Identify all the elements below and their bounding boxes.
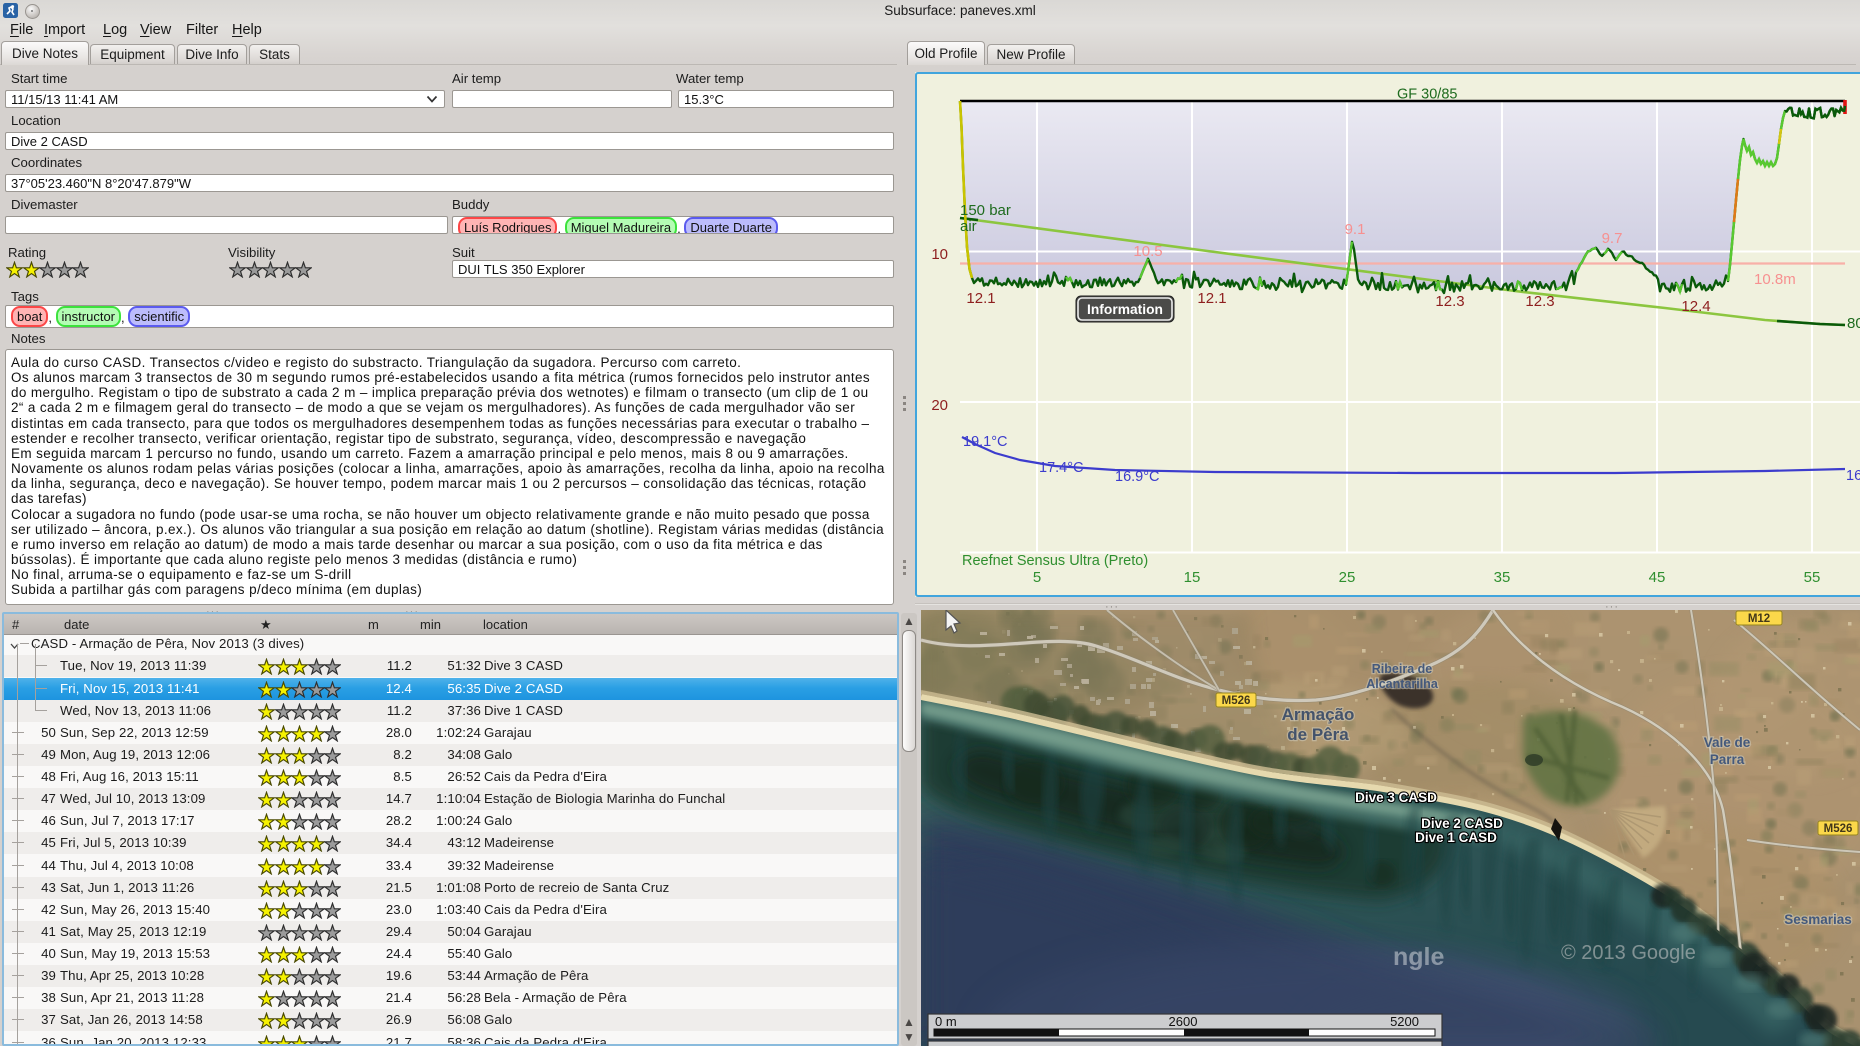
svg-text:M526: M526	[1824, 823, 1853, 835]
svg-text:M12: M12	[1748, 613, 1770, 625]
svg-text:Ribeira de: Ribeira de	[1372, 662, 1432, 676]
svg-text:M526: M526	[1222, 695, 1251, 707]
svg-text:Sesmarias: Sesmarias	[1784, 912, 1852, 927]
svg-text:© 2013 Google: © 2013 Google	[1561, 942, 1696, 964]
svg-text:ngle: ngle	[1393, 943, 1444, 971]
svg-text:2600: 2600	[1169, 1014, 1198, 1029]
svg-text:Parra: Parra	[1710, 752, 1745, 767]
svg-text:Alcantarilha: Alcantarilha	[1366, 677, 1439, 691]
svg-text:Vale de: Vale de	[1704, 735, 1751, 750]
svg-text:Dive 1 CASD: Dive 1 CASD	[1415, 830, 1497, 845]
svg-text:de Pêra: de Pêra	[1287, 725, 1349, 744]
svg-text:0 m: 0 m	[935, 1014, 957, 1029]
svg-text:Dive 3 CASD: Dive 3 CASD	[1355, 790, 1437, 805]
svg-text:Armação: Armação	[1282, 705, 1355, 724]
svg-text:5200: 5200	[1390, 1014, 1419, 1029]
svg-text:Dive 2 CASD: Dive 2 CASD	[1421, 816, 1503, 831]
